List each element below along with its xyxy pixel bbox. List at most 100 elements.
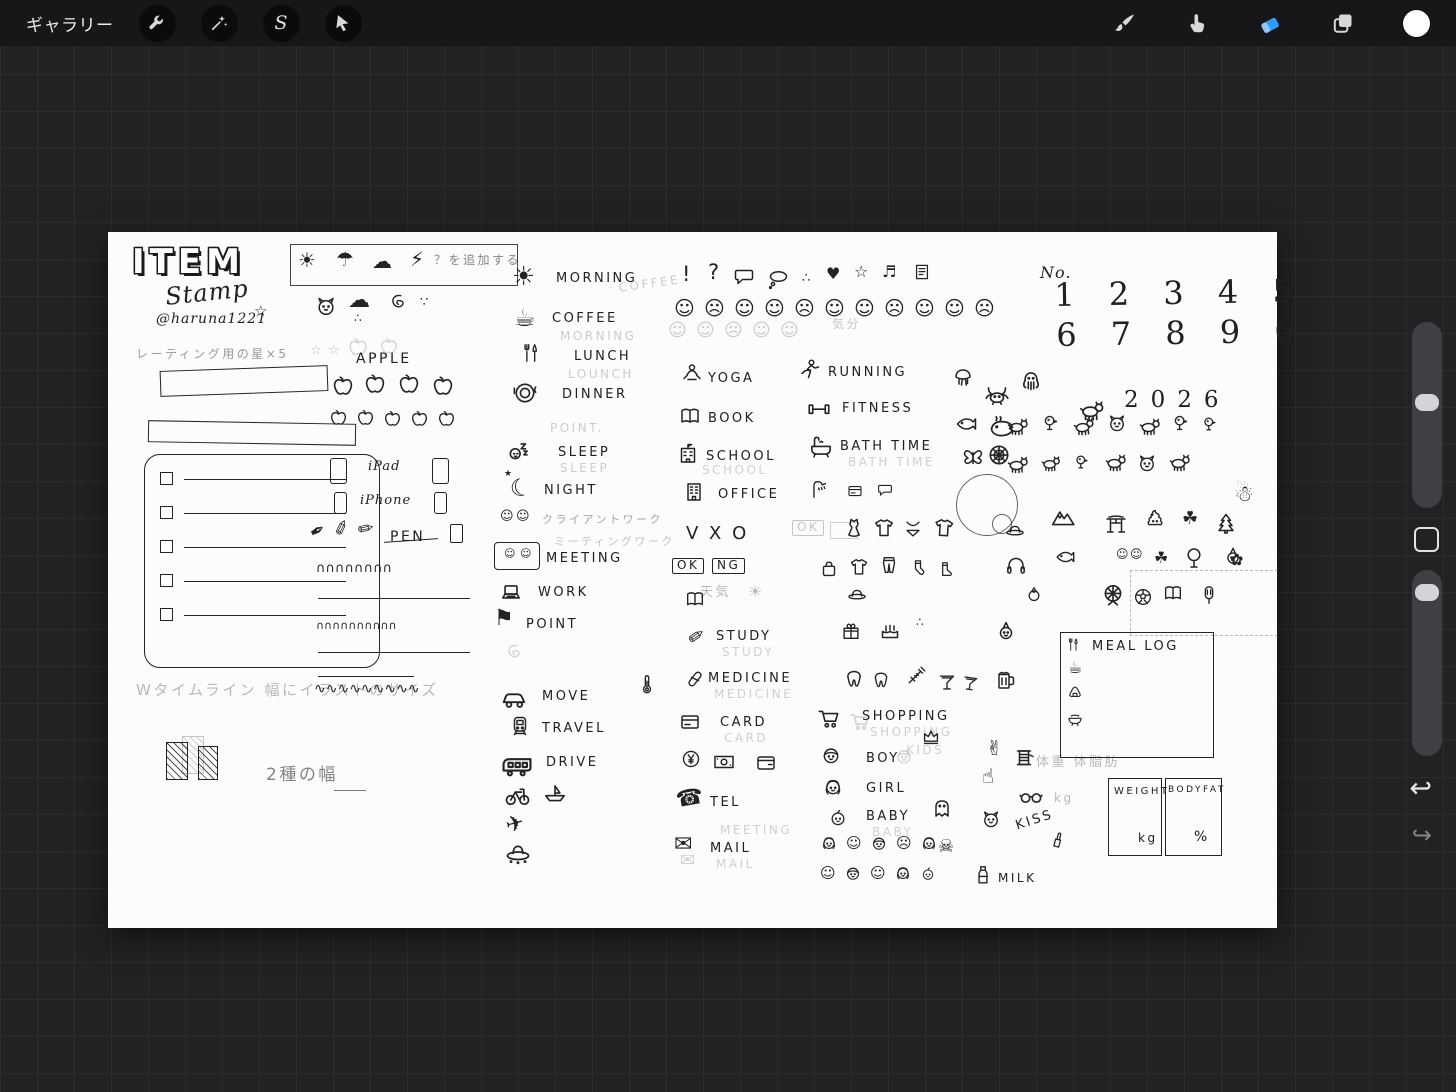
canvas[interactable]: ITEMStamp@haruna1221レーティング用の星×5？を追加するAPP… bbox=[108, 232, 1277, 928]
tshirt-doodle bbox=[872, 516, 896, 540]
artist-handle: @haruna1221 bbox=[156, 312, 267, 327]
selection-button[interactable]: S bbox=[263, 5, 300, 42]
opacity-handle[interactable] bbox=[1415, 584, 1439, 601]
canvas-label: PEN bbox=[390, 530, 425, 545]
color-button[interactable] bbox=[1403, 10, 1430, 37]
apple-doodle bbox=[382, 409, 403, 430]
canvas-label: 1 2 3 4 5 bbox=[1054, 274, 1305, 314]
canvas-label: ？を追加する bbox=[434, 254, 521, 267]
canvas-label: WEIGHT bbox=[1114, 786, 1170, 797]
emoticon-doodle: ☺ bbox=[914, 298, 935, 318]
book-doodle bbox=[1162, 582, 1184, 604]
xmastree-doodle bbox=[1214, 512, 1238, 536]
torii-doodle bbox=[1104, 512, 1128, 536]
faceboy-doodle bbox=[870, 834, 888, 852]
gallery-button[interactable]: ギャラリー bbox=[26, 11, 114, 36]
canvas-label: V X O bbox=[686, 524, 749, 544]
gift-doodle bbox=[840, 620, 862, 642]
smudge-icon bbox=[1185, 11, 1209, 35]
canvas-label: MAIL bbox=[710, 842, 751, 856]
butterfly-doodle bbox=[961, 446, 985, 470]
plane-doodle: ✈ bbox=[503, 812, 527, 838]
bike-doodle bbox=[504, 782, 531, 809]
smudge-tool-button[interactable] bbox=[1185, 11, 1209, 35]
envelope-doodle: ✉ bbox=[680, 852, 695, 870]
emoticon-doodle: ☺ bbox=[854, 298, 875, 318]
emoticon-doodle: ☺ bbox=[752, 322, 771, 340]
cocktail-doodle bbox=[936, 672, 958, 694]
modify-button[interactable] bbox=[1414, 527, 1439, 552]
checkbox bbox=[160, 608, 173, 621]
canvas-label: MEDICINE bbox=[708, 672, 792, 686]
stage: ITEMStamp@haruna1221レーティング用の星×5？を追加するAPP… bbox=[0, 0, 1456, 1092]
pants-doodle bbox=[878, 554, 900, 576]
toolbar-right bbox=[1065, 10, 1430, 37]
school-doodle bbox=[676, 442, 700, 466]
face-doodle: ☹ bbox=[896, 836, 912, 851]
facegirl-doodle bbox=[820, 834, 838, 852]
snowman-doodle: ☃ bbox=[1234, 484, 1254, 506]
flag-doodle: ⚑ bbox=[494, 608, 514, 630]
tooth-doodle bbox=[870, 670, 892, 692]
actions-button[interactable] bbox=[139, 5, 176, 42]
facegirl-doodle bbox=[894, 864, 912, 882]
layers-button[interactable] bbox=[1331, 11, 1355, 35]
opacity-slider[interactable] bbox=[1412, 570, 1442, 756]
wallet-doodle bbox=[754, 750, 778, 774]
canvas-label: SLEEP bbox=[560, 462, 609, 475]
swirl-doodle bbox=[504, 642, 526, 664]
brush-size-slider[interactable] bbox=[1412, 322, 1442, 508]
canvas-label: LUNCH bbox=[574, 350, 631, 364]
canvas-label: MEETING bbox=[720, 824, 792, 837]
canvas-label: 体重 体脂肪 bbox=[1036, 756, 1120, 770]
eraser-tool-button[interactable] bbox=[1257, 10, 1283, 36]
adjustments-button[interactable] bbox=[201, 5, 238, 42]
card-doodle bbox=[678, 710, 702, 734]
canvas-label: % bbox=[1194, 830, 1210, 845]
storm-cloud-doodle: ☁ bbox=[348, 290, 370, 312]
money-doodle bbox=[712, 750, 736, 774]
faceboy-doodle bbox=[894, 746, 914, 766]
question-doodle: ? bbox=[708, 262, 719, 283]
transform-button[interactable] bbox=[325, 5, 362, 42]
shower-doodle bbox=[808, 478, 830, 500]
faceboy-doodle bbox=[844, 864, 862, 882]
emoticon-doodle: ☺ bbox=[696, 322, 715, 340]
star-doodle: ★ bbox=[504, 470, 512, 479]
crown-doodle bbox=[920, 726, 942, 748]
canvas-label: MEETING bbox=[546, 552, 623, 566]
brush-size-handle[interactable] bbox=[1415, 394, 1439, 411]
eraser-icon bbox=[1257, 10, 1283, 36]
canvas-label: kg bbox=[1054, 792, 1074, 805]
brush-tool-button[interactable] bbox=[1113, 11, 1137, 35]
canvas-label: 6 7 8 9 0 bbox=[1056, 314, 1307, 354]
redo-button[interactable]: ↪ bbox=[1406, 820, 1438, 850]
canvas-label: GIRL bbox=[866, 782, 906, 796]
emoticon-doodle: ☺ bbox=[674, 298, 695, 318]
face-doodle: ☺ bbox=[820, 866, 836, 881]
canvas-label: SCHOOL bbox=[702, 464, 768, 477]
clover-doodle: ☘ bbox=[1182, 510, 1198, 528]
tshirt-doodle bbox=[848, 556, 870, 578]
apple-doodle bbox=[430, 374, 456, 400]
canvas-label: MEAL LOG bbox=[1092, 640, 1179, 654]
emoticon-doodle: ☺ bbox=[734, 298, 755, 318]
catface-doodle bbox=[1106, 412, 1128, 434]
canvas-label: SHOPPING bbox=[862, 710, 950, 724]
star-doodle: ☆ bbox=[310, 344, 322, 357]
canvas-label: iPhone bbox=[360, 494, 411, 508]
bubble-doodle bbox=[732, 266, 756, 290]
canvas-label: LOUNCH bbox=[568, 368, 634, 381]
fish-doodle bbox=[954, 412, 978, 436]
undo-button[interactable]: ↩ bbox=[1403, 772, 1438, 805]
bird-doodle bbox=[1040, 412, 1062, 434]
tshirt-doodle bbox=[931, 515, 957, 541]
popsicle-doodle bbox=[1198, 584, 1220, 606]
canvas-label: SLEEP bbox=[558, 446, 610, 460]
tree-doodle bbox=[1182, 546, 1206, 570]
octopus-doodle bbox=[1018, 368, 1044, 394]
tablet-doodle bbox=[432, 458, 449, 484]
canvas-label: MOVE bbox=[542, 690, 590, 704]
canvas-label: MILK bbox=[998, 872, 1036, 885]
animal-doodle bbox=[1040, 452, 1062, 474]
